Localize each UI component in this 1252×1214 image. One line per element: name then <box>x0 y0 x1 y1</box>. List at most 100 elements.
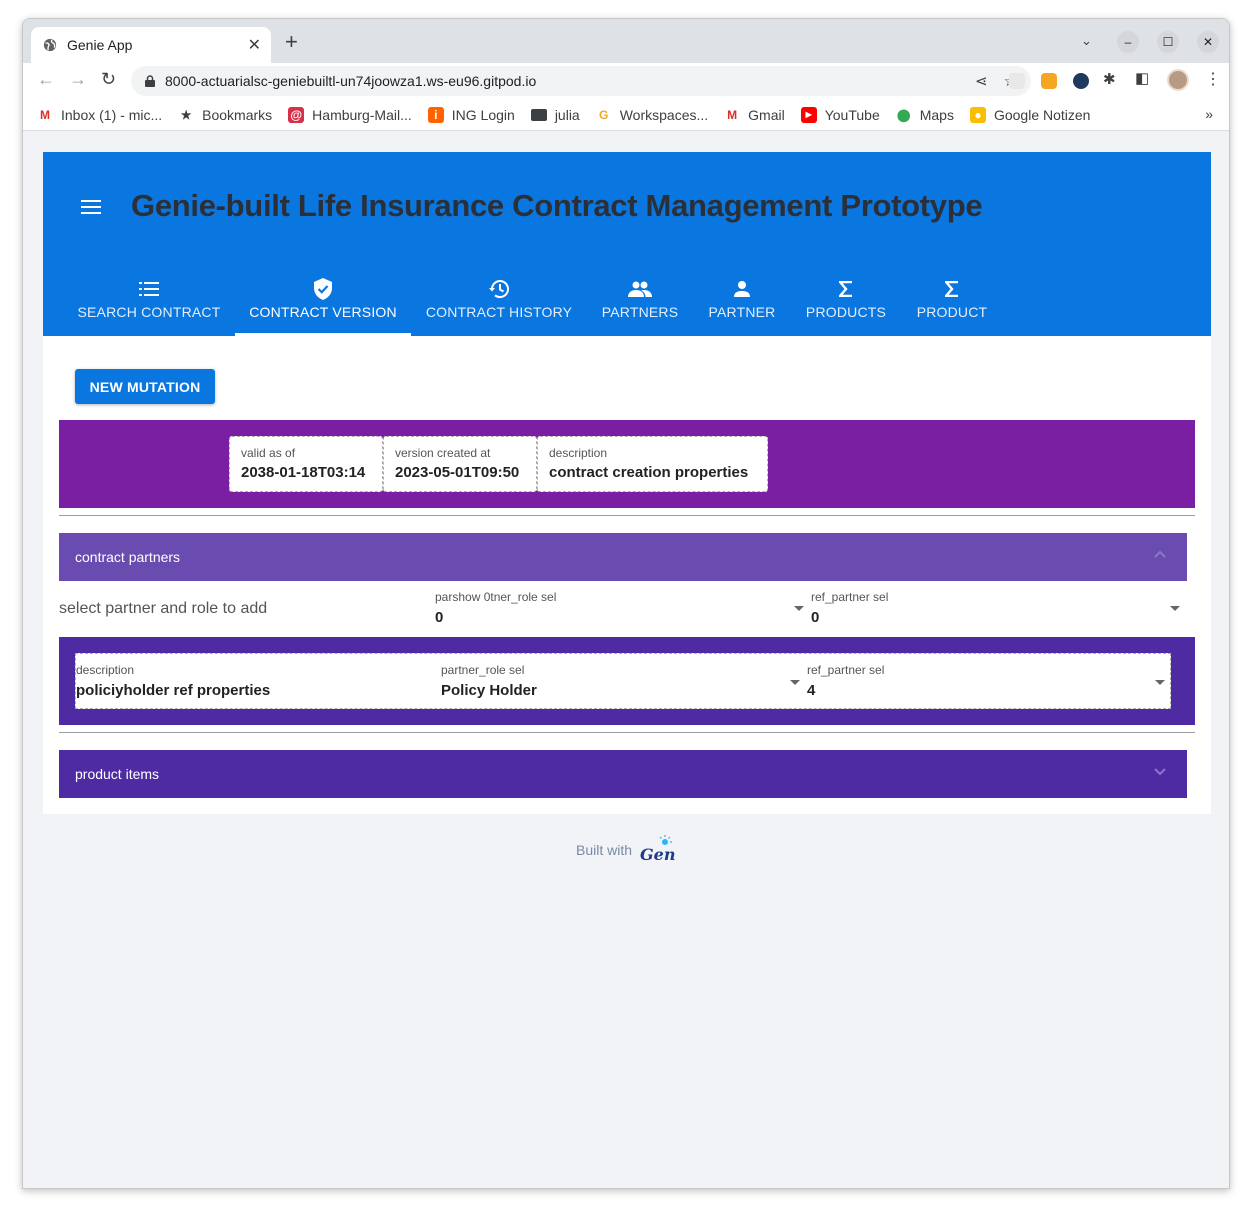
new-tab-icon[interactable]: + <box>285 31 298 53</box>
app-header: Genie-built Life Insurance Contract Mana… <box>43 152 1211 244</box>
bookmark-label: Google Notizen <box>993 106 1091 123</box>
tab-title: Genie App <box>67 37 133 53</box>
select-partner-label: select partner and role to add <box>59 600 268 617</box>
tab-contract-history[interactable]: CONTRACT HISTORY <box>413 244 585 336</box>
bookmark-label: Hamburg-Mail... <box>312 106 412 123</box>
forward-icon[interactable]: → <box>69 69 87 90</box>
bookmark-item[interactable]: ● Google Notizen <box>969 106 1091 123</box>
lock-icon <box>145 75 155 87</box>
browser-window: Genie App ✕ + ⌄ – ☐ ✕ ← → ↻ 8000-actuari… <box>22 18 1230 1189</box>
puzzle-icon[interactable]: ✱ <box>1103 70 1116 88</box>
field-value: 4 <box>807 682 816 699</box>
field-value: 0 <box>811 609 820 626</box>
ref-partner-select[interactable]: ref_partner sel 0 <box>811 590 1181 626</box>
extension-icon[interactable] <box>1073 73 1089 89</box>
back-icon[interactable]: ← <box>37 69 55 90</box>
tab-search-contract[interactable]: SEARCH CONTRACT <box>65 244 233 336</box>
share-icon[interactable]: ⋖ <box>975 72 988 90</box>
person-icon <box>734 281 750 297</box>
sidepanel-icon[interactable]: ◧ <box>1135 69 1149 87</box>
address-bar[interactable]: 8000-actuarialsc-geniebuiltl-un74joowza1… <box>131 66 1031 96</box>
section-title: product items <box>75 766 160 782</box>
field-label: ref_partner sel <box>807 663 885 677</box>
folder-icon <box>530 108 547 121</box>
page-title: Genie-built Life Insurance Contract Mana… <box>131 188 983 223</box>
partner-role-select[interactable]: parshow 0tner_role sel 0 <box>435 590 805 626</box>
app-tabs: SEARCH CONTRACT CONTRACT VERSION CONTRAC… <box>43 244 1211 336</box>
tab-label: CONTRACT HISTORY <box>425 304 573 320</box>
tab-strip: Genie App ✕ + ⌄ – ☐ ✕ <box>23 19 1229 63</box>
built-with-footer: Built with Genie <box>576 834 676 866</box>
chevron-up-icon <box>1154 550 1166 558</box>
bookmark-item[interactable]: M Gmail <box>724 107 785 123</box>
field-value: Policy Holder <box>441 682 537 699</box>
field-label: valid as of <box>241 446 296 460</box>
bookmarks-bar: M Inbox (1) - mic... ★ Bookmarks @ Hamburg-… <box>23 99 1229 131</box>
bookmark-label: Bookmarks <box>202 106 273 123</box>
people-icon <box>628 281 652 297</box>
chevron-down-icon[interactable]: ⌄ <box>1081 33 1092 49</box>
tab-products[interactable]: PRODUCTS <box>791 244 901 336</box>
bookmark-item[interactable]: julia <box>530 106 580 123</box>
field-value: 2023-05-01T09:50 <box>395 464 520 481</box>
bookmark-item[interactable]: ⬤ Maps <box>896 107 954 123</box>
dropdown-arrow-icon <box>790 680 800 685</box>
history-icon <box>489 280 509 299</box>
valid-as-of-field: valid as of 2038-01-18T03:14 <box>229 436 383 492</box>
gmail-icon: M <box>40 107 50 122</box>
section-title: contract partners <box>75 549 181 565</box>
globe-icon <box>43 38 57 52</box>
bookmark-item[interactable]: G Workspaces... <box>596 107 708 123</box>
bookmark-item[interactable]: i ING Login <box>427 106 515 123</box>
partner-role-select[interactable]: partner_role sel Policy Holder <box>441 663 801 699</box>
bookmark-item[interactable]: @ Hamburg-Mail... <box>288 106 412 123</box>
field-value: contract creation properties <box>549 464 749 481</box>
minimize-icon[interactable]: – <box>1117 31 1139 53</box>
genie-logo[interactable]: Genie <box>638 834 676 866</box>
bookmark-label: Maps <box>919 106 954 123</box>
field-label: description <box>76 663 135 677</box>
avatar[interactable] <box>1167 69 1189 91</box>
page-viewport: Genie-built Life Insurance Contract Mana… <box>23 132 1229 1188</box>
tab-label: CONTRACT VERSION <box>249 304 397 320</box>
ref-partner-select[interactable]: ref_partner sel 4 <box>807 663 1165 699</box>
partner-entry: description policiyholder ref properties… <box>75 653 1171 709</box>
gitpod-icon: G <box>599 107 609 122</box>
bookmark-label: Workspaces... <box>619 106 709 123</box>
dropdown-arrow-icon <box>1170 606 1180 611</box>
contract-partners-header[interactable]: contract partners <box>59 533 1187 581</box>
gitpod-extension-icon[interactable] <box>1041 73 1057 89</box>
maps-icon: ⬤ <box>897 107 911 122</box>
field-label: ref_partner sel <box>811 590 889 604</box>
window-close-icon[interactable]: ✕ <box>1197 31 1219 53</box>
keep-icon: ● <box>969 106 986 123</box>
youtube-icon: ▶ <box>800 106 817 123</box>
bookmark-item[interactable]: ▶ YouTube <box>800 106 880 123</box>
tab-partner[interactable]: PARTNER <box>695 244 789 336</box>
maximize-icon[interactable]: ☐ <box>1157 31 1179 53</box>
hamburger-menu-icon[interactable] <box>81 200 101 218</box>
product-items-header[interactable]: product items <box>59 750 1187 798</box>
extension-icon[interactable] <box>1009 73 1025 89</box>
ing-icon: i <box>427 106 444 123</box>
tab-label: PARTNERS <box>601 304 679 320</box>
tab-product[interactable]: PRODUCT <box>903 244 1001 336</box>
bookmarks-overflow[interactable]: » <box>1205 106 1213 122</box>
browser-tab[interactable]: Genie App ✕ <box>31 27 271 63</box>
tab-contract-version[interactable]: CONTRACT VERSION <box>235 244 411 336</box>
url-text: 8000-actuarialsc-geniebuiltl-un74joowza1… <box>165 73 537 89</box>
bookmark-item[interactable]: ★ Bookmarks <box>178 107 272 123</box>
list-icon <box>139 282 159 296</box>
tab-partners[interactable]: PARTNERS <box>587 244 693 336</box>
menu-icon[interactable]: ⋮ <box>1205 69 1221 89</box>
reload-icon[interactable]: ↻ <box>101 69 116 90</box>
bookmark-label: julia <box>554 106 580 123</box>
gmail-icon: M <box>727 107 738 122</box>
chevron-down-icon <box>1154 768 1166 776</box>
bookmark-item[interactable]: M Inbox (1) - mic... <box>37 107 162 123</box>
field-value: 0 <box>435 609 444 626</box>
version-info-band: valid as of 2038-01-18T03:14 version cre… <box>59 420 1195 508</box>
partner-entry-band: description policiyholder ref properties… <box>59 637 1195 725</box>
close-icon[interactable]: ✕ <box>248 35 261 55</box>
new-mutation-button[interactable]: NEW MUTATION <box>75 369 215 404</box>
